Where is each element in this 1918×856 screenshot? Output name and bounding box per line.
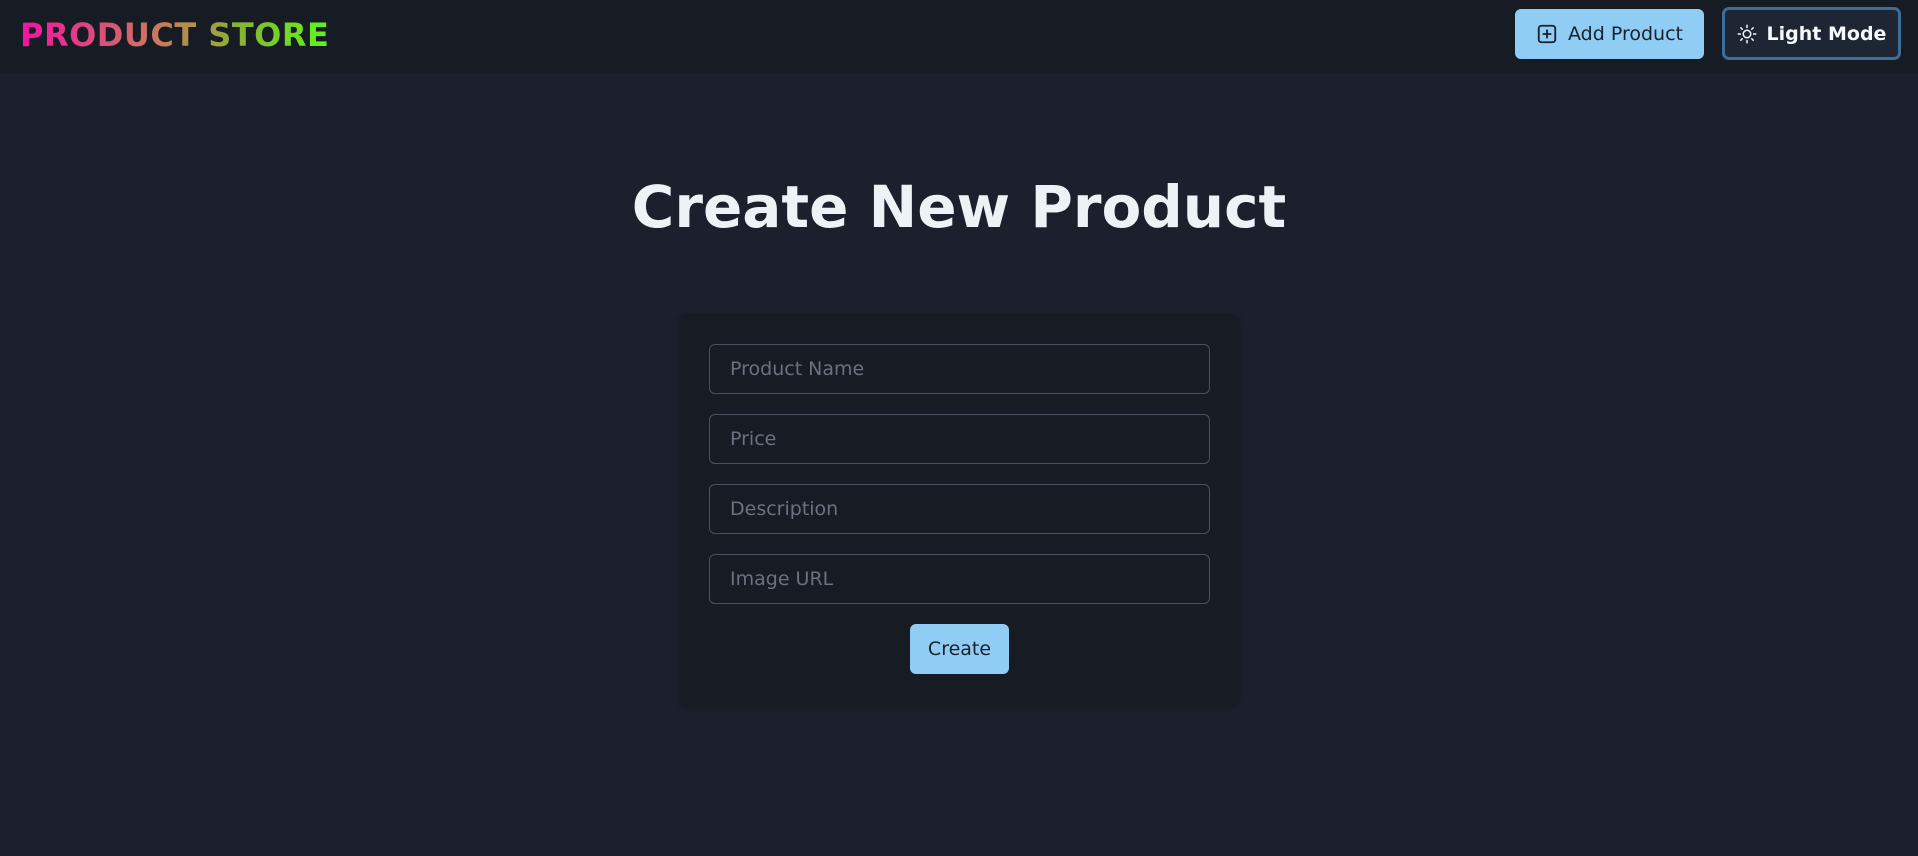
create-button[interactable]: Create — [910, 624, 1009, 674]
image-url-input[interactable] — [709, 554, 1210, 604]
brand-logo[interactable]: PRODUCT STORE — [20, 16, 329, 54]
plus-square-icon — [1536, 23, 1558, 45]
theme-toggle-label: Light Mode — [1766, 22, 1887, 45]
price-input[interactable] — [709, 414, 1210, 464]
create-product-form: Create — [679, 314, 1240, 705]
product-name-input[interactable] — [709, 344, 1210, 394]
page-title: Create New Product — [631, 173, 1287, 241]
add-product-button[interactable]: Add Product — [1515, 9, 1704, 59]
description-input[interactable] — [709, 484, 1210, 534]
theme-toggle-button[interactable]: Light Mode — [1722, 7, 1901, 60]
navbar: PRODUCT STORE Add Product Light Mode — [0, 0, 1918, 74]
add-product-label: Add Product — [1568, 23, 1683, 45]
sun-icon — [1737, 24, 1757, 44]
